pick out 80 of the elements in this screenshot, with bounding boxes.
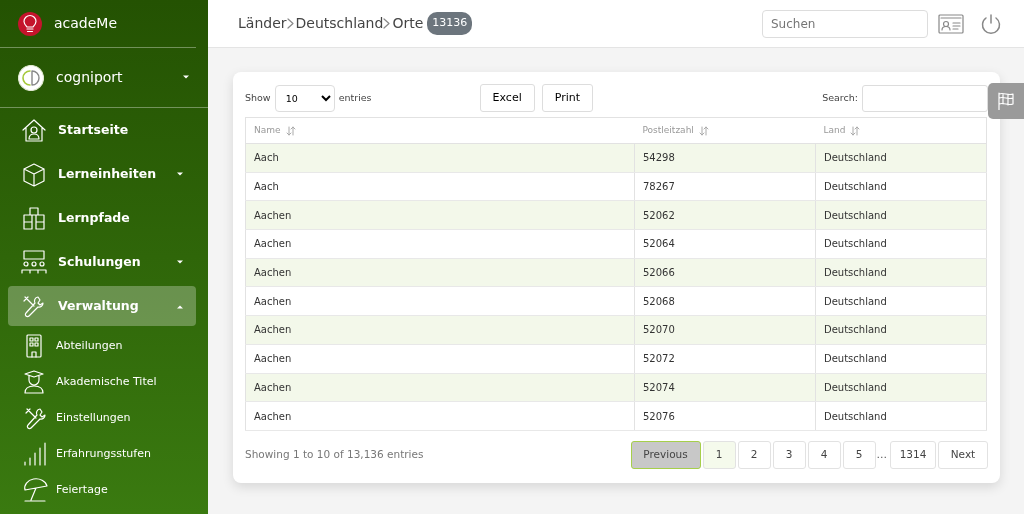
count-badge: 13136 (427, 12, 473, 35)
page-button[interactable]: 4 (807, 440, 841, 469)
table-cell: 52068 (634, 286, 816, 316)
entries-label: entries (338, 90, 372, 105)
breadcrumb-link[interactable]: Länder (238, 13, 287, 34)
nav-item[interactable]: Verwaltung (8, 286, 196, 326)
nav-subitem[interactable]: Akademische Titel (56, 373, 157, 391)
sort-icon[interactable] (285, 125, 296, 136)
brand-name: acadeMe (54, 14, 118, 33)
nav-subitem[interactable]: Feiertage (56, 481, 108, 499)
page-button[interactable]: 3 (772, 440, 806, 469)
page-button[interactable]: 1 (702, 440, 736, 469)
export-button[interactable]: Print (541, 84, 594, 112)
nav-item[interactable]: Lernpfade (8, 198, 196, 238)
table-search-field[interactable] (862, 84, 988, 112)
table-cell: Deutschland (815, 258, 987, 287)
table-cell: 52070 (634, 315, 816, 345)
table-cell: Aachen (245, 344, 635, 373)
table-cell: Deutschland (815, 315, 987, 345)
flag-icon (997, 92, 1015, 110)
page-button[interactable]: 2 (737, 440, 771, 469)
next-button[interactable]: Next (938, 440, 988, 469)
search-field[interactable]: Suchen (762, 9, 928, 38)
table-cell: Deutschland (815, 401, 987, 431)
cube-icon (20, 161, 48, 187)
table-cell: 52064 (634, 229, 816, 259)
lightbulb-logo-icon (18, 11, 42, 36)
id-card-icon[interactable] (938, 13, 964, 34)
account-name: cogniport (56, 68, 123, 87)
table-cell: 52076 (634, 401, 816, 431)
table-cell: Deutschland (815, 286, 987, 316)
nav-item[interactable]: Lerneinheiten (8, 154, 196, 194)
account-selector[interactable]: cogniport (0, 48, 208, 108)
entries-info: Showing 1 to 10 of 13,136 entries (245, 447, 424, 462)
sort-icon[interactable] (698, 125, 709, 136)
nav-item[interactable]: Startseite (8, 110, 196, 150)
show-label: Show (245, 90, 271, 105)
export-button[interactable]: Excel (479, 84, 535, 112)
sort-icon[interactable] (850, 125, 861, 136)
table-cell: Aachen (245, 229, 635, 259)
table-cell: 52066 (634, 258, 816, 287)
nav-item[interactable]: Schulungen (8, 242, 196, 282)
table-cell: Aachen (245, 401, 635, 431)
pagination-ellipsis: … (876, 447, 887, 462)
table-cell: Deutschland (815, 143, 987, 173)
chevron-right-icon (286, 18, 294, 29)
table-cell: Deutschland (815, 373, 987, 402)
bar-levels-icon (22, 441, 48, 467)
cubes-icon (20, 205, 48, 231)
table-cell: Deutschland (815, 200, 987, 230)
page-button[interactable]: 5 (842, 440, 876, 469)
table-cell: Aachen (245, 258, 635, 287)
nav-subitem[interactable]: Abteilungen (56, 337, 123, 355)
house-user-icon (20, 117, 48, 143)
table-cell: Aachen (245, 315, 635, 345)
page-size-select[interactable]: 10 (274, 84, 335, 112)
nav-subitem[interactable]: Einstellungen (56, 409, 131, 427)
group-icon (20, 249, 48, 275)
table-cell: Aach (245, 143, 635, 173)
flag-tab-button[interactable] (988, 83, 1024, 119)
table-cell: 52062 (634, 200, 816, 230)
table-cell: 54298 (634, 143, 816, 173)
nav-subitem[interactable]: Erfahrungsstufen (56, 445, 151, 463)
table-cell: Deutschland (815, 172, 987, 201)
table-cell: Aach (245, 172, 635, 201)
breadcrumb-link[interactable]: Deutschland (295, 13, 384, 34)
page-button[interactable]: 1314 (890, 440, 936, 469)
chevron-right-icon (383, 18, 391, 29)
table-cell: Aachen (245, 200, 635, 230)
account-logo-icon (18, 64, 44, 91)
table-cell: 52072 (634, 344, 816, 373)
table-cell: Deutschland (815, 229, 987, 259)
table-cell: Aachen (245, 286, 635, 316)
search-label: Search: (822, 90, 858, 105)
table-cell: Aachen (245, 373, 635, 402)
power-icon[interactable] (980, 12, 1002, 35)
table-cell: 78267 (634, 172, 816, 201)
table-cell: 52074 (634, 373, 816, 402)
umbrella-icon (22, 477, 48, 503)
table-cell: Deutschland (815, 344, 987, 373)
